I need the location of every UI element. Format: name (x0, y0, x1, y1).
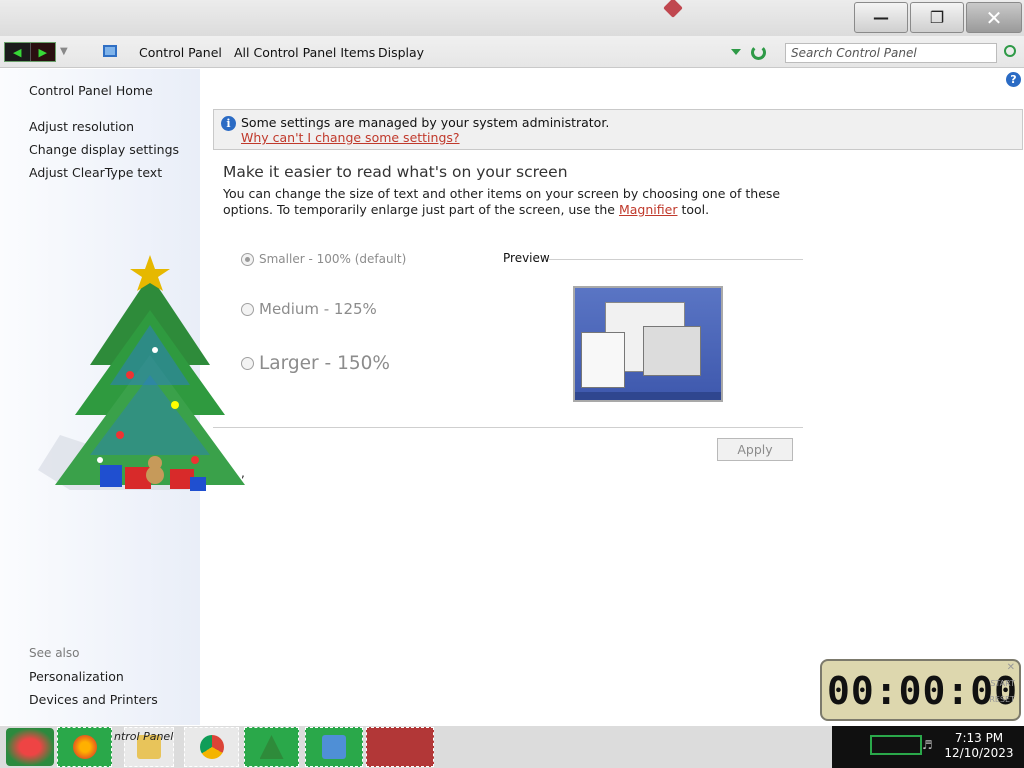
control-panel-icon (103, 45, 117, 57)
clock[interactable]: 7:13 PM 12/10/2023 (944, 731, 1014, 761)
gadget-close-icon[interactable]: ✕ (1007, 662, 1015, 673)
breadcrumb-all-items[interactable]: All Control Panel Items (234, 45, 375, 60)
link-change-display-settings[interactable]: Change display settings (29, 142, 179, 157)
link-adjust-resolution[interactable]: Adjust resolution (29, 119, 134, 134)
taskbar-window-label: ntrol Panel (114, 730, 174, 743)
firefox-icon (72, 735, 97, 759)
link-adjust-cleartype[interactable]: Adjust ClearType text (29, 165, 162, 180)
tray-app-icon[interactable] (870, 735, 922, 755)
breadcrumb-control-panel[interactable]: Control Panel (139, 45, 222, 60)
link-personalization[interactable]: Personalization (29, 669, 124, 684)
back-button[interactable]: ◀ (5, 43, 31, 61)
taskbar-tree-gadget[interactable] (244, 727, 299, 767)
why-cant-change-link[interactable]: Why can't I change some settings? (241, 130, 460, 145)
page-title: Make it easier to read what's on your sc… (223, 163, 568, 181)
stopwatch-display: 00:00:00 (827, 669, 1019, 713)
apply-button[interactable]: Apply (717, 438, 793, 461)
taskbar-control-panel[interactable] (305, 727, 363, 767)
refresh-icon[interactable] (751, 45, 766, 60)
christmas-tree-decoration (38, 255, 245, 491)
see-also-label: See also (29, 646, 80, 660)
preview-label: Preview (503, 251, 550, 265)
preview-window-front (643, 326, 701, 376)
radio-larger[interactable] (241, 357, 254, 370)
info-icon: i (221, 116, 236, 131)
option-larger-label: Larger - 150% (259, 353, 390, 374)
option-smaller[interactable]: Smaller - 100% (default) (241, 252, 406, 266)
title-bar: — ❐ ✕ (0, 0, 1024, 36)
speaker-icon[interactable]: ♬ (922, 738, 933, 752)
preview-taskbar (575, 392, 721, 400)
stopwatch-reset-button[interactable]: RESET (989, 695, 1015, 704)
section-divider (213, 427, 803, 428)
mouse-cursor-icon (663, 0, 683, 18)
tree-icon (259, 735, 284, 759)
option-medium-label: Medium - 125% (259, 300, 377, 318)
forward-button[interactable]: ▶ (30, 43, 55, 61)
clock-date: 12/10/2023 (944, 746, 1014, 760)
option-larger[interactable]: Larger - 150% (241, 353, 390, 374)
taskbar-chrome[interactable] (184, 727, 239, 767)
radio-smaller[interactable] (241, 252, 254, 266)
back-arrow-icon: ◀ (13, 45, 22, 59)
nav-buttons: ◀ ▶ (4, 42, 56, 62)
info-message: Some settings are managed by your system… (241, 115, 610, 130)
preview-divider (549, 259, 803, 260)
minimize-icon: — (873, 8, 889, 27)
option-medium[interactable]: Medium - 125% (241, 300, 377, 318)
link-devices-printers[interactable]: Devices and Printers (29, 692, 158, 707)
breadcrumb-display[interactable]: Display (378, 45, 424, 60)
preview-image (573, 286, 723, 402)
option-smaller-label: Smaller - 100% (default) (259, 252, 407, 266)
admin-info-bar: i Some settings are managed by your syst… (213, 109, 1023, 150)
close-button[interactable]: ✕ (966, 2, 1022, 33)
address-bar: ◀ ▶ ▼ Control Panel All Control Panel It… (0, 36, 1024, 68)
recent-pages-dropdown-icon[interactable]: ▼ (60, 46, 68, 57)
page-description: You can change the size of text and othe… (223, 186, 783, 218)
preview-start-menu (581, 332, 625, 388)
restore-icon: ❐ (929, 8, 945, 27)
start-button[interactable] (6, 728, 54, 766)
minimize-button[interactable]: — (854, 2, 908, 33)
taskbar-firefox[interactable] (57, 727, 112, 767)
description-text-after: tool. (677, 202, 710, 217)
magnifier-link[interactable]: Magnifier (619, 202, 677, 217)
stopwatch-start-button[interactable]: START (990, 679, 1015, 688)
stopwatch-gadget: 00:00:00 ✕ START RESET (820, 659, 1021, 721)
search-icon[interactable] (1004, 45, 1016, 57)
stray-mark: , (241, 466, 245, 480)
help-icon[interactable]: ? (1006, 72, 1021, 87)
radio-medium[interactable] (241, 302, 254, 316)
left-pane: Control Panel Home Adjust resolution Cha… (0, 69, 245, 725)
search-input[interactable]: Search Control Panel (785, 43, 997, 63)
clock-time: 7:13 PM (954, 731, 1004, 745)
control-panel-taskbar-icon (322, 735, 346, 759)
address-dropdown-icon[interactable] (731, 49, 741, 55)
close-icon: ✕ (985, 5, 1003, 30)
link-control-panel-home[interactable]: Control Panel Home (29, 83, 153, 98)
taskbar-red-slot[interactable] (366, 727, 434, 767)
chrome-icon (199, 735, 224, 759)
forward-arrow-icon: ▶ (38, 45, 47, 59)
restore-button[interactable]: ❐ (910, 2, 964, 33)
